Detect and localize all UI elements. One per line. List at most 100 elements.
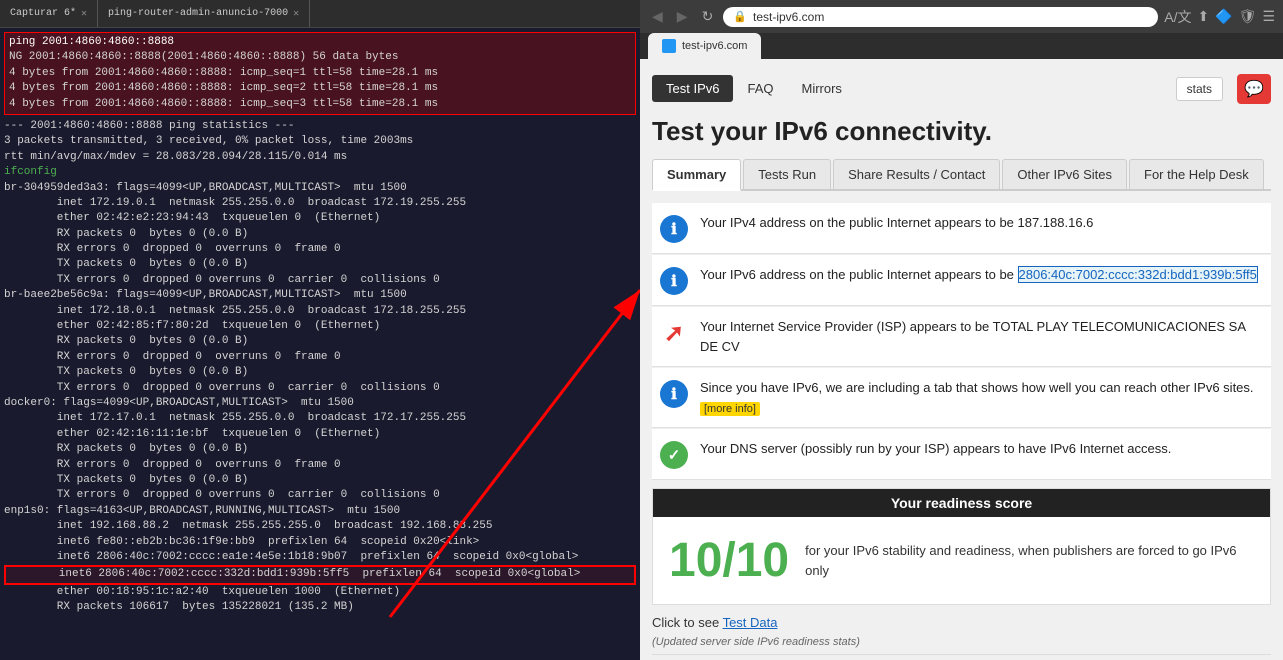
- readiness-body: 10/10 for your IPv6 stability and readin…: [653, 517, 1270, 604]
- refresh-button[interactable]: ↻: [698, 6, 718, 27]
- tab-share-results[interactable]: Share Results / Contact: [833, 159, 1000, 189]
- info-text-ipv4: Your IPv4 address on the public Internet…: [700, 213, 1093, 233]
- readiness-score: 10/10: [669, 533, 789, 588]
- enp-inet6-link: inet6 fe80::eb2b:bc36:1f9e:bb9 prefixlen…: [4, 535, 636, 550]
- br2-rx: RX packets 0 bytes 0 (0.0 B): [4, 334, 636, 349]
- br-inet: inet 172.19.0.1 netmask 255.255.0.0 broa…: [4, 196, 636, 211]
- ping-cmd-line: ping 2001:4860:4860::8888: [9, 35, 631, 50]
- info-icon-ipv4: ℹ: [660, 215, 688, 243]
- tab-tests-run[interactable]: Tests Run: [743, 159, 831, 189]
- docker-inet: inet 172.17.0.1 netmask 255.255.0.0 broa…: [4, 411, 636, 426]
- readiness-section: Your readiness score 10/10 for your IPv6…: [652, 488, 1271, 605]
- browser-tab-test-ipv6[interactable]: test-ipv6.com: [648, 33, 761, 59]
- share-icon[interactable]: ⬆: [1197, 8, 1209, 25]
- browser-panel: ◀ ▶ ↻ 🔒 test-ipv6.com A/文 ⬆ 🔷 🛡 ☰ test-i…: [640, 0, 1283, 660]
- stats-transmitted: 3 packets transmitted, 3 received, 0% pa…: [4, 134, 636, 149]
- browser-nav-bar: ◀ ▶ ↻ 🔒 test-ipv6.com A/文 ⬆ 🔷 🛡 ☰: [640, 0, 1283, 33]
- enp-flags: enp1s0: flags=4163<UP,BROADCAST,RUNNING,…: [4, 504, 636, 519]
- forward-button[interactable]: ▶: [673, 6, 692, 27]
- docker-rx-err: RX errors 0 dropped 0 overruns 0 frame 0: [4, 458, 636, 473]
- enp-inet6-global1: inet6 2806:40c:7002:cccc:ea1e:4e5e:1b18:…: [4, 550, 636, 565]
- info-icon-isp: ➚: [660, 319, 688, 347]
- br-rx-err: RX errors 0 dropped 0 overruns 0 frame 0: [4, 242, 636, 257]
- enp-rx: RX packets 106617 bytes 135228021 (135.2…: [4, 600, 636, 615]
- info-card-more-info: ℹ Since you have IPv6, we are including …: [652, 368, 1271, 428]
- url-text: test-ipv6.com: [753, 10, 824, 24]
- terminal-panel: Capturar 6* ✕ ping-router-admin-anuncio-…: [0, 0, 640, 660]
- back-button[interactable]: ◀: [648, 6, 667, 27]
- stats-header: --- 2001:4860:4860::8888 ping statistics…: [4, 119, 636, 134]
- ping-result-1: 4 bytes from 2001:4860:4860::8888: icmp_…: [9, 66, 631, 81]
- info-text-isp: Your Internet Service Provider (ISP) app…: [700, 317, 1263, 356]
- browser-chrome: ◀ ▶ ↻ 🔒 test-ipv6.com A/文 ⬆ 🔷 🛡 ☰ test-i…: [640, 0, 1283, 59]
- updated-text: (Updated server side IPv6 readiness stat…: [652, 634, 1271, 654]
- ipv6-address-highlight: 2806:40c:7002:cccc:332d:bdd1:939b:5ff5: [1018, 266, 1258, 283]
- info-text-more: Since you have IPv6, we are including a …: [700, 378, 1263, 417]
- br-flags: br-304959ded3a3: flags=4099<UP,BROADCAST…: [4, 181, 636, 196]
- close-icon[interactable]: ✕: [81, 8, 87, 20]
- close-icon-2[interactable]: ✕: [293, 8, 299, 20]
- chat-icon[interactable]: 💬: [1237, 74, 1271, 104]
- terminal-tab-bar: Capturar 6* ✕ ping-router-admin-anuncio-…: [0, 0, 640, 28]
- prompt-line: ifconfig: [4, 165, 636, 180]
- page-title: Test your IPv6 connectivity.: [652, 116, 1271, 147]
- tab-help-desk[interactable]: For the Help Desk: [1129, 159, 1264, 189]
- tab-other-ipv6[interactable]: Other IPv6 Sites: [1002, 159, 1127, 189]
- page-tabs: Summary Tests Run Share Results / Contac…: [652, 159, 1271, 191]
- readiness-description: for your IPv6 stability and readiness, w…: [805, 541, 1254, 580]
- br-rx: RX packets 0 bytes 0 (0.0 B): [4, 227, 636, 242]
- stats-rtt: rtt min/avg/max/mdev = 28.083/28.094/28.…: [4, 150, 636, 165]
- site-nav-item-faq[interactable]: FAQ: [733, 75, 787, 102]
- site-nav-item-test-ipv6[interactable]: Test IPv6: [652, 75, 733, 102]
- info-icon-dns: ✓: [660, 441, 688, 469]
- br2-inet: inet 172.18.0.1 netmask 255.255.0.0 broa…: [4, 304, 636, 319]
- ipv6-prefix-text: Your IPv6 address on the public Internet…: [700, 267, 1018, 282]
- info-text-dns: Your DNS server (possibly run by your IS…: [700, 439, 1171, 459]
- chat-icon-symbol: 💬: [1244, 79, 1264, 99]
- toolbar-icons: A/文 ⬆ 🔷 🛡 ☰: [1164, 7, 1275, 27]
- docker-tx-err: TX errors 0 dropped 0 overruns 0 carrier…: [4, 488, 636, 503]
- enp-ether: ether 00:18:95:1c:a2:40 txqueuelen 1000 …: [4, 585, 636, 600]
- br2-flags: br-baee2be56c9a: flags=4099<UP,BROADCAST…: [4, 288, 636, 303]
- br-tx-err: TX errors 0 dropped 0 overruns 0 carrier…: [4, 273, 636, 288]
- shield-icon[interactable]: 🛡: [1239, 8, 1257, 25]
- favicon-icon: [662, 39, 676, 53]
- docker-ether: ether 02:42:16:11:1e:bf txqueuelen 0 (Et…: [4, 427, 636, 442]
- ping-result-3: 4 bytes from 2001:4860:4860::8888: icmp_…: [9, 97, 631, 112]
- docker-rx: RX packets 0 bytes 0 (0.0 B): [4, 442, 636, 457]
- tab-other-label: Other IPv6 Sites: [1017, 167, 1112, 182]
- test-data-section: Click to see Test Data: [652, 605, 1271, 634]
- tab-summary-label: Summary: [667, 167, 726, 182]
- terminal-content: ping 2001:4860:4860::8888 NG 2001:4860:4…: [0, 28, 640, 660]
- extension-icon[interactable]: 🔷: [1215, 8, 1232, 25]
- menu-icon[interactable]: ☰: [1262, 8, 1275, 25]
- tab-summary[interactable]: Summary: [652, 159, 741, 191]
- info-card-ipv6: ℹ Your IPv6 address on the public Intern…: [652, 255, 1271, 306]
- enp-inet6-global2-highlighted: inet6 2806:40c:7002:cccc:332d:bdd1:939b:…: [4, 565, 636, 584]
- tab-help-label: For the Help Desk: [1144, 167, 1249, 182]
- stats-button[interactable]: stats: [1176, 77, 1223, 101]
- terminal-tab-ping[interactable]: ping-router-admin-anuncio-7000 ✕: [98, 0, 310, 27]
- info-card-isp: ➚ Your Internet Service Provider (ISP) a…: [652, 307, 1271, 367]
- more-info-prefix: Since you have IPv6, we are including a …: [700, 380, 1254, 395]
- ping-ng-line: NG 2001:4860:4860::8888(2001:4860:4860::…: [9, 50, 631, 65]
- translate-icon[interactable]: A/文: [1164, 7, 1191, 27]
- info-card-dns: ✓ Your DNS server (possibly run by your …: [652, 429, 1271, 480]
- site-nav-item-mirrors[interactable]: Mirrors: [787, 75, 855, 102]
- docker-flags: docker0: flags=4099<UP,BROADCAST,MULTICA…: [4, 396, 636, 411]
- terminal-tab-capturar[interactable]: Capturar 6* ✕: [0, 0, 98, 27]
- tab-share-label: Share Results / Contact: [848, 167, 985, 182]
- terminal-tab-label2: ping-router-admin-anuncio-7000: [108, 8, 288, 19]
- docker-tx: TX packets 0 bytes 0 (0.0 B): [4, 473, 636, 488]
- more-info-link[interactable]: [more info]: [700, 402, 760, 416]
- address-bar[interactable]: 🔒 test-ipv6.com: [723, 7, 1158, 27]
- br2-tx: TX packets 0 bytes 0 (0.0 B): [4, 365, 636, 380]
- ping-result-2: 4 bytes from 2001:4860:4860::8888: icmp_…: [9, 81, 631, 96]
- info-text-ipv6: Your IPv6 address on the public Internet…: [700, 265, 1258, 285]
- site-nav: Test IPv6 FAQ Mirrors: [652, 69, 856, 108]
- test-data-prefix: Click to see: [652, 615, 723, 630]
- browser-tab-bar: test-ipv6.com: [640, 33, 1283, 59]
- info-card-ipv4: ℹ Your IPv4 address on the public Intern…: [652, 203, 1271, 254]
- br2-rx-err: RX errors 0 dropped 0 overruns 0 frame 0: [4, 350, 636, 365]
- test-data-link[interactable]: Test Data: [723, 615, 778, 630]
